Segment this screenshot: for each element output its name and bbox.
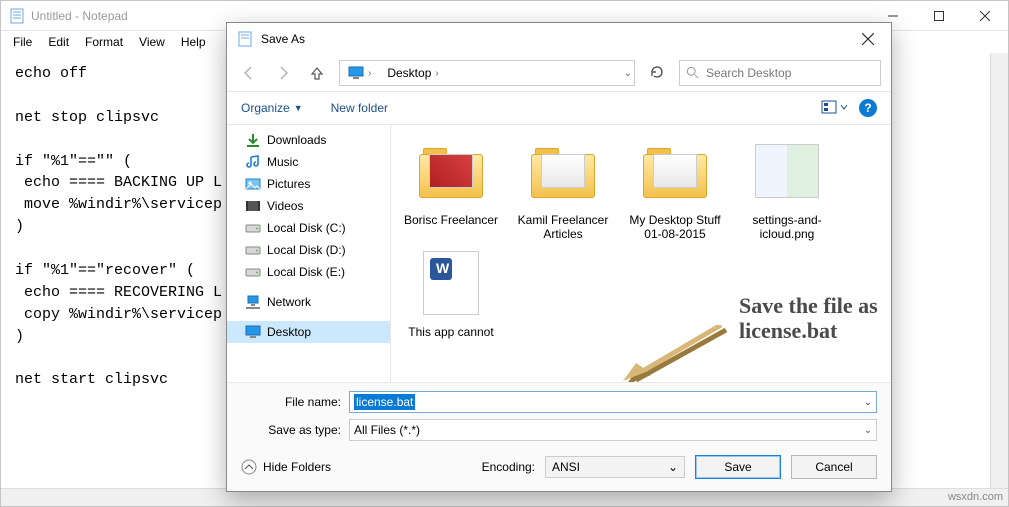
tree-item-local-disk-c-[interactable]: Local Disk (C:) (227, 217, 390, 239)
address-bar-row: › Desktop › ⌄ Search Desktop (227, 55, 891, 91)
close-button[interactable] (962, 1, 1008, 31)
file-pane[interactable]: Borisc FreelancerKamil Freelancer Articl… (391, 125, 891, 382)
file-item[interactable]: This app cannot (399, 245, 503, 339)
monitor-icon (348, 65, 364, 81)
nav-up-button[interactable] (305, 61, 329, 85)
watermark: wsxdn.com (948, 491, 1003, 503)
organize-menu[interactable]: Organize ▼ (241, 101, 303, 115)
cancel-button[interactable]: Cancel (791, 455, 877, 479)
encoding-label: Encoding: (482, 460, 535, 474)
filename-label: File name: (241, 395, 341, 409)
filename-input[interactable]: license.bat ⌄ (349, 391, 877, 413)
tree-item-videos[interactable]: Videos (227, 195, 390, 217)
search-input[interactable]: Search Desktop (679, 60, 881, 86)
tree-item-downloads[interactable]: Downloads (227, 129, 390, 151)
refresh-button[interactable] (645, 64, 669, 83)
menu-help[interactable]: Help (175, 33, 212, 51)
nav-back-button[interactable] (237, 61, 261, 85)
savetype-combo[interactable]: All Files (*.*) ⌄ (349, 419, 877, 441)
tree-item-music[interactable]: Music (227, 151, 390, 173)
tree-item-network[interactable]: Network (227, 291, 390, 313)
savetype-label: Save as type: (241, 423, 341, 437)
dialog-close-button[interactable] (845, 23, 891, 55)
nav-forward-button[interactable] (271, 61, 295, 85)
dialog-title: Save As (261, 32, 305, 46)
dialog-titlebar: Save As (227, 23, 891, 55)
help-button[interactable]: ? (859, 99, 877, 117)
notepad-icon (9, 8, 25, 24)
address-bar[interactable]: › Desktop › ⌄ (339, 60, 635, 86)
tree-item-local-disk-e-[interactable]: Local Disk (E:) (227, 261, 390, 283)
tree-item-desktop[interactable]: Desktop (227, 321, 390, 343)
save-as-dialog: Save As › Desktop › ⌄ Search Desktop Org… (226, 22, 892, 492)
file-item[interactable]: Kamil Freelancer Articles (511, 133, 615, 241)
search-icon (686, 66, 700, 80)
notepad-title: Untitled - Notepad (31, 9, 128, 23)
tree-item-local-disk-d-[interactable]: Local Disk (D:) (227, 239, 390, 261)
menu-edit[interactable]: Edit (42, 33, 75, 51)
filename-dropdown[interactable]: ⌄ (864, 397, 872, 408)
dialog-bottom-panel: File name: license.bat ⌄ Save as type: A… (227, 382, 891, 491)
menu-format[interactable]: Format (79, 33, 129, 51)
nav-tree: DownloadsMusicPicturesVideosLocal Disk (… (227, 125, 391, 382)
hide-folders-button[interactable]: Hide Folders (241, 459, 331, 475)
breadcrumb-desktop: Desktop › (381, 64, 444, 82)
notepad-icon (237, 31, 253, 47)
vertical-scrollbar[interactable] (990, 53, 1008, 488)
annotation-arrow (621, 325, 731, 382)
encoding-combo[interactable]: ANSI⌄ (545, 456, 685, 478)
menu-view[interactable]: View (133, 33, 171, 51)
address-dropdown[interactable]: ⌄ (624, 68, 632, 79)
file-item[interactable]: Borisc Freelancer (399, 133, 503, 241)
maximize-button[interactable] (916, 1, 962, 31)
toolbar: Organize ▼ New folder ? (227, 91, 891, 125)
tree-item-pictures[interactable]: Pictures (227, 173, 390, 195)
new-folder-button[interactable]: New folder (331, 101, 388, 115)
search-placeholder: Search Desktop (706, 66, 791, 80)
annotation-text: Save the file as license.bat (739, 293, 891, 344)
file-item[interactable]: settings-and-icloud.png (735, 133, 839, 241)
menu-file[interactable]: File (7, 33, 38, 51)
save-button[interactable]: Save (695, 455, 781, 479)
file-item[interactable]: My Desktop Stuff 01-08-2015 (623, 133, 727, 241)
chevron-up-icon (241, 459, 257, 475)
view-options-button[interactable] (821, 99, 849, 118)
